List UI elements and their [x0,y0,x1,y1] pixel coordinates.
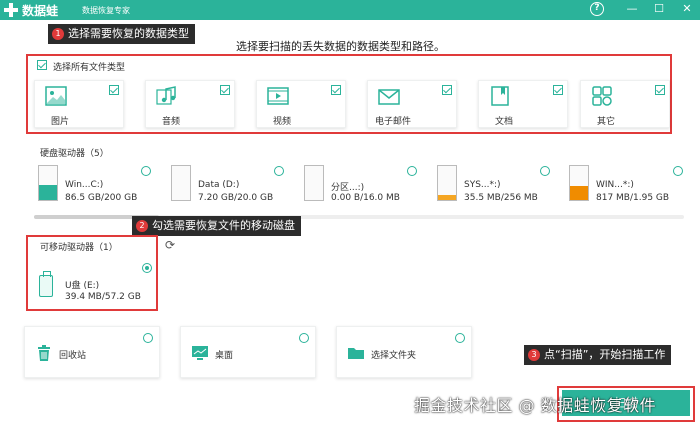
drive-d-radio[interactable] [274,166,284,176]
other-icon [592,86,612,106]
app-logo-icon [4,3,18,17]
maximize-icon[interactable]: ☐ [652,2,666,16]
watermark-text: 掘金技术社区 @ 数据蛙恢复软件 [414,396,657,415]
hard-drives-title: 硬盘驱动器（5） [40,149,109,159]
drive-partition-icon [304,165,324,201]
type-checkbox-documents[interactable] [553,85,563,95]
type-label-other: 其它 [596,117,615,127]
desktop-icon [192,346,208,360]
location-radio-recycle-bin[interactable] [143,333,153,343]
close-icon[interactable]: ✕ [680,2,694,16]
help-icon[interactable]: ? [590,2,604,16]
location-label-desktop: 桌面 [215,351,234,361]
type-checkbox-email[interactable] [442,85,452,95]
type-checkbox-video[interactable] [331,85,341,95]
app-name: 数据蛙 [22,4,59,18]
select-all-checkbox[interactable] [37,60,47,70]
callout-1-text: 选择需要恢复的数据类型 [68,27,189,40]
email-icon [378,89,400,105]
type-checkbox-images[interactable] [109,85,119,95]
type-card-video[interactable]: 视频 [256,80,346,128]
location-label-recycle-bin: 回收站 [59,351,87,361]
type-label-images: 图片 [50,117,69,127]
drive-sys-icon [437,165,457,201]
drive-d-name: Data (D:) [198,180,240,190]
title-bar: 数据蛙 数据恢复专家 ? — ☐ ✕ [0,0,700,20]
type-checkbox-other[interactable] [655,85,665,95]
usb-drive-size: 39.4 MB/57.2 GB [65,292,141,302]
location-card-desktop[interactable]: 桌面 [180,326,316,378]
video-icon [267,87,289,105]
drive-sys-size: 35.5 MB/256 MB [464,193,538,203]
location-card-folder[interactable]: 选择文件夹 [336,326,472,378]
drive-partition-size: 0.00 B/16.0 MB [331,193,400,203]
drive-c-icon [38,165,58,201]
callout-1-number: 1 [52,28,64,40]
location-card-recycle-bin[interactable]: 回收站 [24,326,160,378]
removable-drives-title: 可移动驱动器（1） [40,243,118,253]
location-label-folder: 选择文件夹 [371,351,417,361]
folder-icon [348,348,364,359]
drive-d-icon [171,165,191,201]
callout-1: 1 选择需要恢复的数据类型 [48,24,195,44]
location-radio-desktop[interactable] [299,333,309,343]
recycle-bin-icon [38,345,50,361]
drive-win-icon [569,165,589,201]
drive-win-radio[interactable] [673,166,683,176]
drive-partition-name: 分区...:) [331,183,365,193]
drive-c-radio[interactable] [141,166,151,176]
usb-drive-icon [39,271,53,297]
drive-c-usage-fill [39,185,57,200]
type-label-documents: 文档 [494,117,513,127]
drive-win-name: WIN...*:) [596,180,634,190]
drive-sys-name: SYS...*:) [464,180,501,190]
type-card-other[interactable]: 其它 [580,80,670,128]
type-card-documents[interactable]: 文档 [478,80,568,128]
callout-3: 3 点“扫描”，开始扫描工作 [524,345,672,365]
minimize-icon[interactable]: — [625,2,639,16]
type-label-email: 电子邮件 [374,117,411,127]
callout-3-number: 3 [528,349,540,361]
usb-drive-radio[interactable] [142,263,152,273]
app-subtitle: 数据恢复专家 [82,6,130,15]
document-icon [491,86,509,106]
type-checkbox-audio[interactable] [220,85,230,95]
type-label-audio: 音频 [161,117,180,127]
type-label-video: 视频 [272,117,291,127]
drive-c-size: 86.5 GB/200 GB [65,193,138,203]
type-card-email[interactable]: 电子邮件 [367,80,457,128]
callout-3-text: 点“扫描”，开始扫描工作 [544,348,666,361]
drive-partition-radio[interactable] [407,166,417,176]
callout-2-text: 勾选需要恢复文件的移动磁盘 [152,219,295,232]
instruction-text: 选择要扫描的丢失数据的数据类型和路径。 [236,40,445,53]
drive-win-usage-fill [570,185,588,200]
location-radio-folder[interactable] [455,333,465,343]
drive-c-name: Win...C:) [65,180,104,190]
drive-sys-radio[interactable] [540,166,550,176]
type-card-audio[interactable]: 音频 [145,80,235,128]
drive-sys-usage-fill [438,195,456,200]
audio-icon [156,86,176,105]
select-all-label: 选择所有文件类型 [53,63,126,73]
callout-2: 2 勾选需要恢复文件的移动磁盘 [132,216,301,236]
image-icon [45,86,67,106]
type-card-images[interactable]: 图片 [34,80,124,128]
callout-2-number: 2 [136,220,148,232]
drive-d-size: 7.20 GB/20.0 GB [198,193,274,203]
usb-drive-name[interactable]: U盘 (E:) [65,278,99,291]
refresh-icon[interactable]: ⟳ [163,238,177,252]
drive-win-size: 817 MB/1.95 GB [596,193,670,203]
